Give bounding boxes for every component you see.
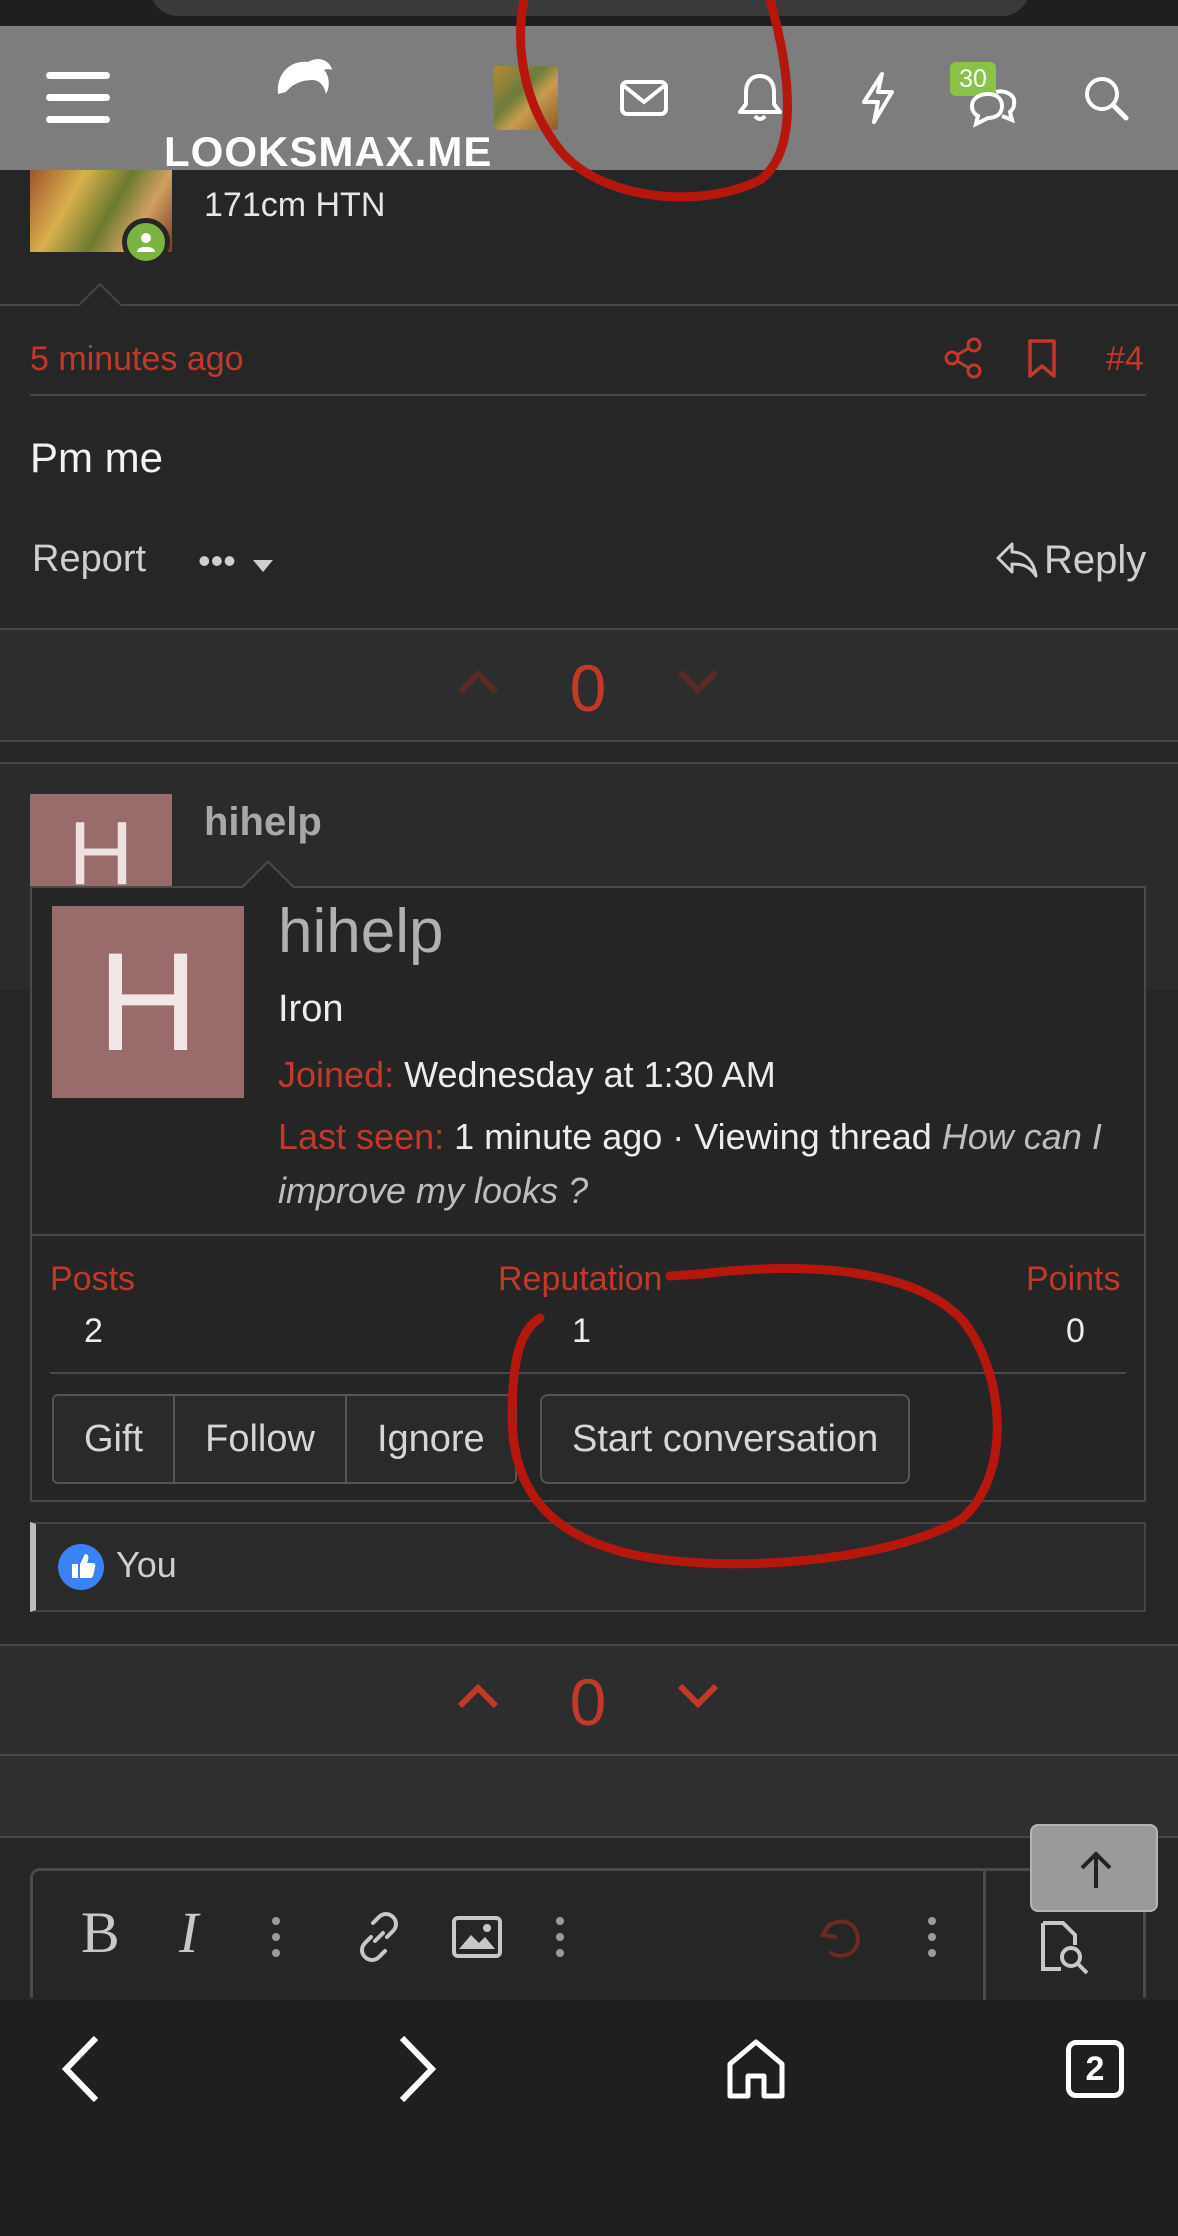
bookmark-icon[interactable] bbox=[1024, 338, 1060, 380]
tabs-button[interactable]: 2 bbox=[1066, 2040, 1124, 2098]
arrow-up-icon bbox=[1080, 1851, 1112, 1888]
joined-row: Joined: Wednesday at 1:30 AM bbox=[278, 1048, 1128, 1102]
message-caret bbox=[78, 282, 122, 307]
member-username[interactable]: hihelp bbox=[278, 896, 443, 967]
member-avatar[interactable]: H bbox=[52, 906, 244, 1098]
more-format-icon[interactable] bbox=[269, 1915, 283, 1959]
poster-avatar[interactable]: H bbox=[30, 794, 172, 894]
post-gap bbox=[0, 742, 1178, 764]
post-timestamp[interactable]: 5 minutes ago bbox=[30, 340, 244, 379]
stat-reputation-value: 1 bbox=[572, 1312, 591, 1350]
search-icon[interactable] bbox=[1076, 68, 1136, 128]
joined-label: Joined: bbox=[278, 1054, 395, 1095]
stat-points-value: 0 bbox=[1066, 1312, 1085, 1350]
post-body: Pm me bbox=[30, 434, 164, 481]
like-icon bbox=[58, 1544, 104, 1590]
online-indicator bbox=[122, 218, 170, 266]
report-link[interactable]: Report bbox=[32, 538, 146, 581]
image-icon[interactable] bbox=[451, 1915, 503, 1959]
ignore-button[interactable]: Ignore bbox=[346, 1396, 515, 1482]
start-conversation-button[interactable]: Start conversation bbox=[540, 1394, 911, 1484]
downvote-icon[interactable] bbox=[676, 668, 720, 696]
undo-icon[interactable] bbox=[815, 1911, 867, 1963]
logo-hair-icon bbox=[277, 59, 332, 94]
divider bbox=[50, 1372, 1126, 1374]
editor-toolbar: B I bbox=[30, 1868, 1146, 2001]
last-seen-label: Last seen: bbox=[278, 1116, 445, 1157]
upvote-icon[interactable] bbox=[456, 668, 500, 696]
stat-posts-label: Posts bbox=[50, 1260, 136, 1298]
downvote-icon[interactable] bbox=[676, 1682, 720, 1710]
reactions-bar[interactable]: You bbox=[30, 1522, 1146, 1612]
more-insert-icon[interactable] bbox=[553, 1915, 567, 1959]
post-number[interactable]: #4 bbox=[1106, 340, 1144, 379]
mail-icon[interactable] bbox=[614, 68, 674, 128]
reply-icon[interactable] bbox=[994, 540, 1038, 580]
site-header: LOOKSMAX.ME 30 bbox=[0, 26, 1178, 175]
follow-button[interactable]: Follow bbox=[175, 1396, 347, 1482]
user-title: 171cm HTN bbox=[204, 186, 386, 224]
more-options-button[interactable]: ••• bbox=[198, 540, 274, 582]
status-bar-remnant bbox=[0, 0, 1178, 26]
last-seen-value: 1 minute ago · Viewing thread bbox=[454, 1116, 942, 1157]
divider bbox=[30, 394, 1146, 396]
popup-arrow-inner bbox=[243, 863, 293, 888]
reply-button[interactable]: Reply bbox=[1044, 538, 1146, 583]
poster-username[interactable]: hihelp bbox=[204, 800, 322, 845]
divider bbox=[0, 304, 1178, 306]
reactions-users: You bbox=[116, 1544, 177, 1585]
forward-icon[interactable] bbox=[392, 2034, 442, 2104]
browser-nav-bar: 2 bbox=[0, 2000, 1178, 2236]
user-icon bbox=[137, 233, 155, 252]
stat-points-label: Points bbox=[1026, 1260, 1121, 1298]
home-icon[interactable] bbox=[724, 2036, 788, 2100]
thumbs-up-icon bbox=[72, 1554, 96, 1578]
italic-icon[interactable]: I bbox=[179, 1899, 198, 1966]
user-avatar[interactable] bbox=[494, 66, 558, 130]
divider bbox=[32, 1234, 1144, 1236]
preview-icon[interactable] bbox=[1035, 1919, 1095, 1979]
stat-reputation-label: Reputation bbox=[498, 1260, 663, 1298]
member-tooltip-card: H hihelp Iron Joined: Wednesday at 1:30 … bbox=[30, 886, 1146, 1502]
reply-area-header bbox=[0, 1756, 1178, 1838]
share-icon[interactable] bbox=[942, 336, 986, 380]
more-options-icon[interactable] bbox=[925, 1915, 939, 1959]
member-actions: Gift Follow Ignore bbox=[52, 1394, 517, 1484]
stat-posts-value[interactable]: 2 bbox=[84, 1312, 103, 1351]
member-rank: Iron bbox=[278, 988, 344, 1030]
lightning-icon[interactable] bbox=[848, 68, 908, 128]
site-logo[interactable]: LOOKSMAX.ME bbox=[164, 48, 491, 175]
back-icon[interactable] bbox=[56, 2034, 106, 2104]
upvote-icon[interactable] bbox=[456, 1682, 500, 1710]
more-dots: ••• bbox=[198, 540, 236, 581]
bold-icon[interactable]: B bbox=[81, 1899, 120, 1966]
chevron-down-icon bbox=[252, 560, 273, 572]
scroll-to-top-button[interactable] bbox=[1030, 1824, 1158, 1912]
gift-button[interactable]: Gift bbox=[54, 1396, 176, 1482]
logo-text: LOOKSMAX.ME bbox=[164, 128, 493, 175]
bell-icon[interactable] bbox=[730, 68, 790, 128]
link-icon[interactable] bbox=[353, 1911, 405, 1963]
vote-score: 0 bbox=[569, 1665, 607, 1739]
last-seen-row: Last seen: 1 minute ago · Viewing thread… bbox=[278, 1110, 1128, 1218]
vote-score: 0 bbox=[569, 651, 607, 725]
menu-icon[interactable] bbox=[46, 68, 110, 128]
joined-value: Wednesday at 1:30 AM bbox=[404, 1054, 776, 1095]
chat-bubbles-icon[interactable] bbox=[962, 76, 1022, 136]
